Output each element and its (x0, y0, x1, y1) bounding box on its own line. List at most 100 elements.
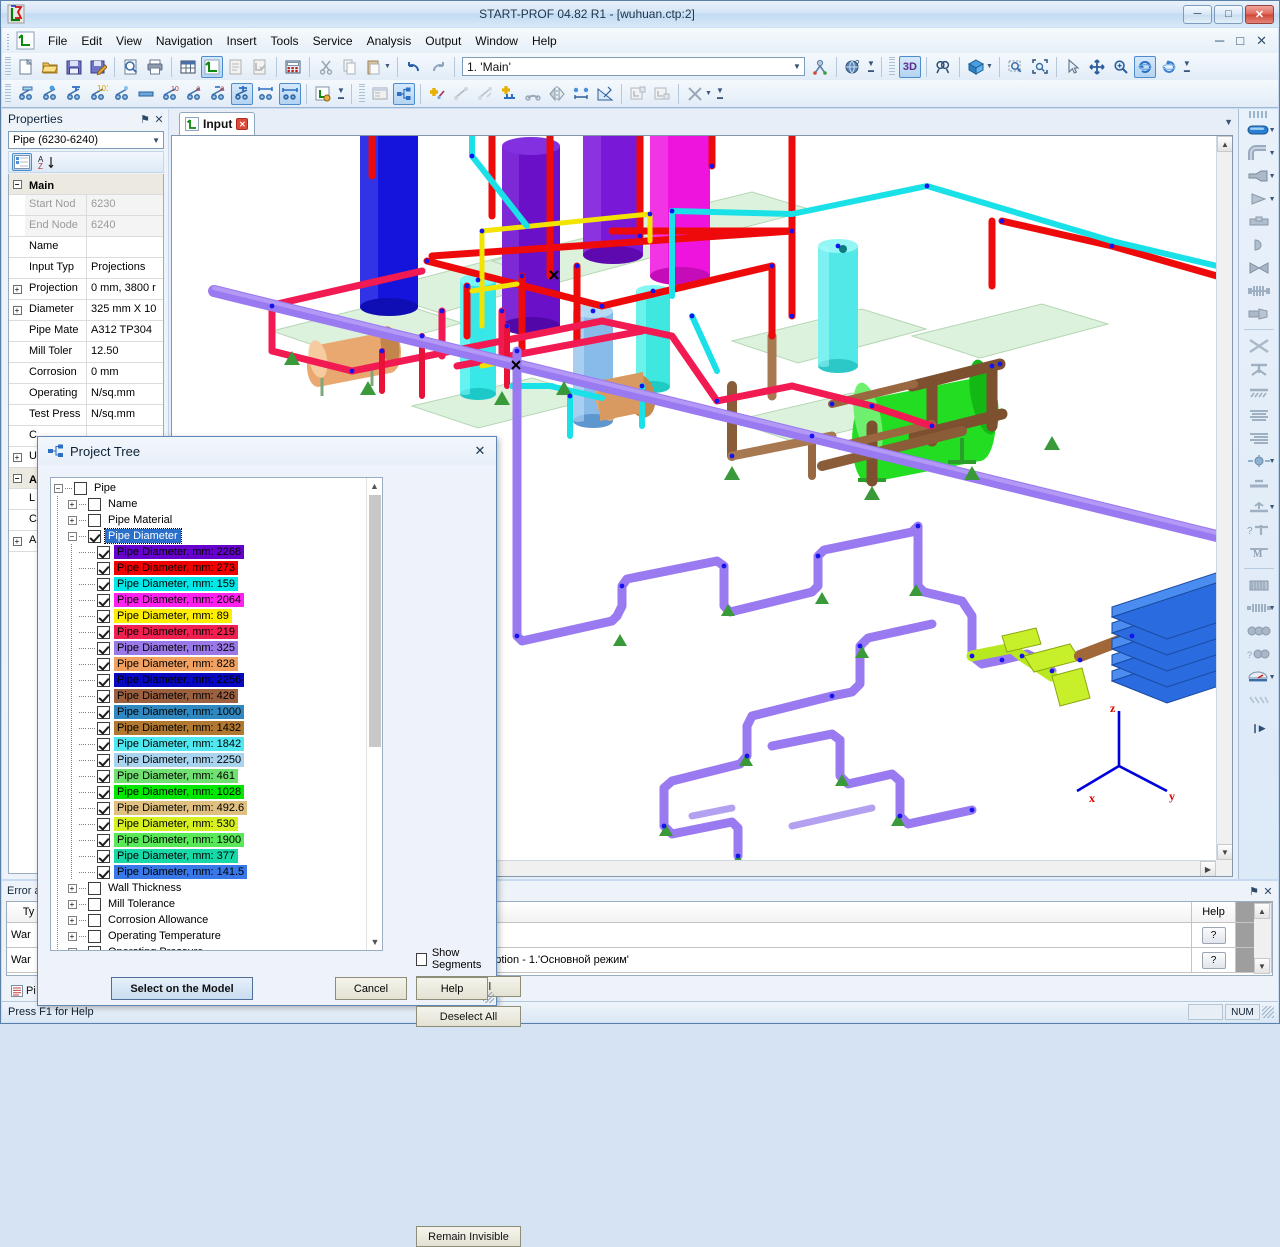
bend-icon[interactable] (522, 83, 544, 105)
tree-node-checkbox[interactable] (88, 530, 101, 543)
tree-node[interactable]: −Pipe (51, 480, 365, 496)
undo-icon[interactable] (403, 56, 425, 78)
open-folder-icon[interactable] (39, 56, 61, 78)
flexible-joint-icon[interactable] (1240, 620, 1278, 642)
tree-node-checkbox[interactable] (97, 706, 110, 719)
measure-all-icon[interactable] (279, 83, 301, 105)
tree-node-checkbox[interactable] (97, 626, 110, 639)
tree-node[interactable]: Pipe Diameter, mm: 530 (51, 816, 365, 832)
new-document-icon[interactable] (15, 56, 37, 78)
angle-icon[interactable] (594, 83, 616, 105)
toolbar-grip[interactable] (359, 84, 365, 104)
tree-node[interactable]: Pipe Diameter, mm: 461 (51, 768, 365, 784)
anchor-icon[interactable] (1240, 358, 1278, 380)
flange-icon[interactable] (135, 83, 157, 105)
property-value[interactable]: 6230 (87, 195, 163, 215)
save-as-icon[interactable] (87, 56, 109, 78)
properties-object-select[interactable]: Pipe (6230-6240) ▼ (8, 131, 164, 149)
vessel-icon[interactable] (1240, 574, 1278, 596)
property-value[interactable]: 6240 (87, 216, 163, 236)
property-row[interactable]: Start Nod6230 (9, 195, 163, 216)
tree-node-checkbox[interactable] (88, 898, 101, 911)
export-model-icon[interactable] (312, 83, 334, 105)
valve-icon[interactable] (1240, 257, 1278, 279)
3d-toggle[interactable]: 3D (899, 56, 921, 78)
tree-node[interactable]: Pipe Diameter, mm: 89 (51, 608, 365, 624)
menu-file[interactable]: File (41, 31, 74, 51)
rotate-icon[interactable] (1134, 56, 1156, 78)
tree-node[interactable]: Pipe Diameter, mm: 2256 (51, 672, 365, 688)
tree-node[interactable]: +Wall Thickness (51, 880, 365, 896)
tree-node[interactable]: Pipe Diameter, mm: 377 (51, 848, 365, 864)
property-row[interactable]: Test PressN/sq.mm (9, 405, 163, 426)
property-row[interactable]: Mill Toler12.50 (9, 342, 163, 363)
scroll-thumb[interactable] (369, 495, 381, 747)
view-toolbar-overflow-button[interactable]: ▼▬ (1181, 56, 1193, 78)
solid-view-dropdown-icon[interactable]: ▼ (986, 63, 993, 70)
palette-collapse-button[interactable]: ❙▶ (1240, 717, 1278, 739)
close-icon[interactable]: ✕ (1261, 885, 1275, 898)
menu-tools[interactable]: Tools (264, 31, 306, 51)
axes-model-icon[interactable] (201, 56, 223, 78)
zoom-in-icon[interactable] (1110, 56, 1132, 78)
solid-view-icon[interactable] (965, 56, 987, 78)
mirror-icon[interactable] (546, 83, 568, 105)
tree-node[interactable]: −Pipe Diameter (51, 528, 365, 544)
expand-icon[interactable]: + (65, 896, 79, 912)
person-icon[interactable] (809, 56, 831, 78)
paste-dropdown-icon[interactable]: ▼ (384, 63, 391, 70)
tree-node-checkbox[interactable] (97, 594, 110, 607)
chevron-down-icon[interactable]: ▼ (1269, 127, 1276, 134)
tree-node-checkbox[interactable] (97, 754, 110, 767)
tree-node[interactable]: Pipe Diameter, mm: 2268 (51, 544, 365, 560)
tree-list[interactable]: −Pipe+Name+Pipe Material−Pipe DiameterPi… (51, 478, 365, 950)
tree-node[interactable]: Pipe Diameter, mm: 2250 (51, 752, 365, 768)
scroll-down-arrow[interactable]: ▼ (1217, 844, 1233, 860)
node-label-icon[interactable]: 101 (87, 83, 109, 105)
tree-node-checkbox[interactable] (88, 498, 101, 511)
tree-node[interactable]: Pipe Diameter, mm: 1028 (51, 784, 365, 800)
print-icon[interactable] (144, 56, 166, 78)
report-icon[interactable] (225, 56, 247, 78)
scroll-up-arrow[interactable]: ▲ (1254, 903, 1270, 919)
expand-icon[interactable]: + (65, 512, 79, 528)
tree-node[interactable]: Pipe Diameter, mm: 325 (51, 640, 365, 656)
property-value[interactable]: 325 mm X 10 (87, 300, 163, 320)
pipe-icon[interactable]: ▼ (1240, 119, 1278, 141)
show-segments-checkbox[interactable] (416, 953, 427, 966)
toolbar-grip[interactable] (5, 84, 11, 104)
categorized-icon[interactable] (12, 153, 32, 171)
tree-node-checkbox[interactable] (88, 946, 101, 951)
tree-node-checkbox[interactable] (97, 722, 110, 735)
expand-icon[interactable]: + (65, 928, 79, 944)
tabstrip-overflow-icon[interactable]: ▼ (1224, 117, 1233, 127)
print-preview-icon[interactable] (120, 56, 142, 78)
toolbar-grip[interactable] (5, 57, 11, 77)
expand-icon[interactable]: + (9, 447, 25, 467)
property-value[interactable]: N/sq.mm (87, 405, 163, 425)
show-segments-option[interactable]: Show Segments (416, 947, 496, 971)
property-row[interactable]: Pipe MateA312 TP304 (9, 321, 163, 342)
chevron-down-icon[interactable]: ▼ (793, 62, 801, 71)
expansion-joint-icon[interactable] (1240, 280, 1278, 302)
pin-icon[interactable]: ⚑ (138, 113, 152, 126)
scroll-up-arrow[interactable]: ▲ (367, 478, 382, 494)
collapse-icon[interactable]: − (51, 480, 65, 496)
zoom-extents-icon[interactable] (1029, 56, 1051, 78)
property-value[interactable]: Projections (87, 258, 163, 278)
chevron-down-icon[interactable]: ▼ (1269, 674, 1276, 681)
maximize-button[interactable]: □ (1214, 5, 1243, 24)
element-toolbar-overflow-button[interactable]: ▼▬ (335, 83, 347, 105)
copy-icon[interactable] (339, 56, 361, 78)
tree-node[interactable]: Pipe Diameter, mm: 1000 (51, 704, 365, 720)
tree-node[interactable]: +Operating Pressure (51, 944, 365, 950)
tree-node-checkbox[interactable] (97, 690, 110, 703)
tree-view-icon[interactable] (393, 83, 415, 105)
property-row[interactable]: End Node6240 (9, 216, 163, 237)
tree-node[interactable]: Pipe Diameter, mm: 1842 (51, 736, 365, 752)
tree-node-checkbox[interactable] (88, 882, 101, 895)
soil-icon[interactable] (1240, 689, 1278, 711)
toolbar-grip[interactable] (889, 57, 895, 77)
menu-edit[interactable]: Edit (74, 31, 109, 51)
node-rename-icon[interactable]: a (207, 83, 229, 105)
